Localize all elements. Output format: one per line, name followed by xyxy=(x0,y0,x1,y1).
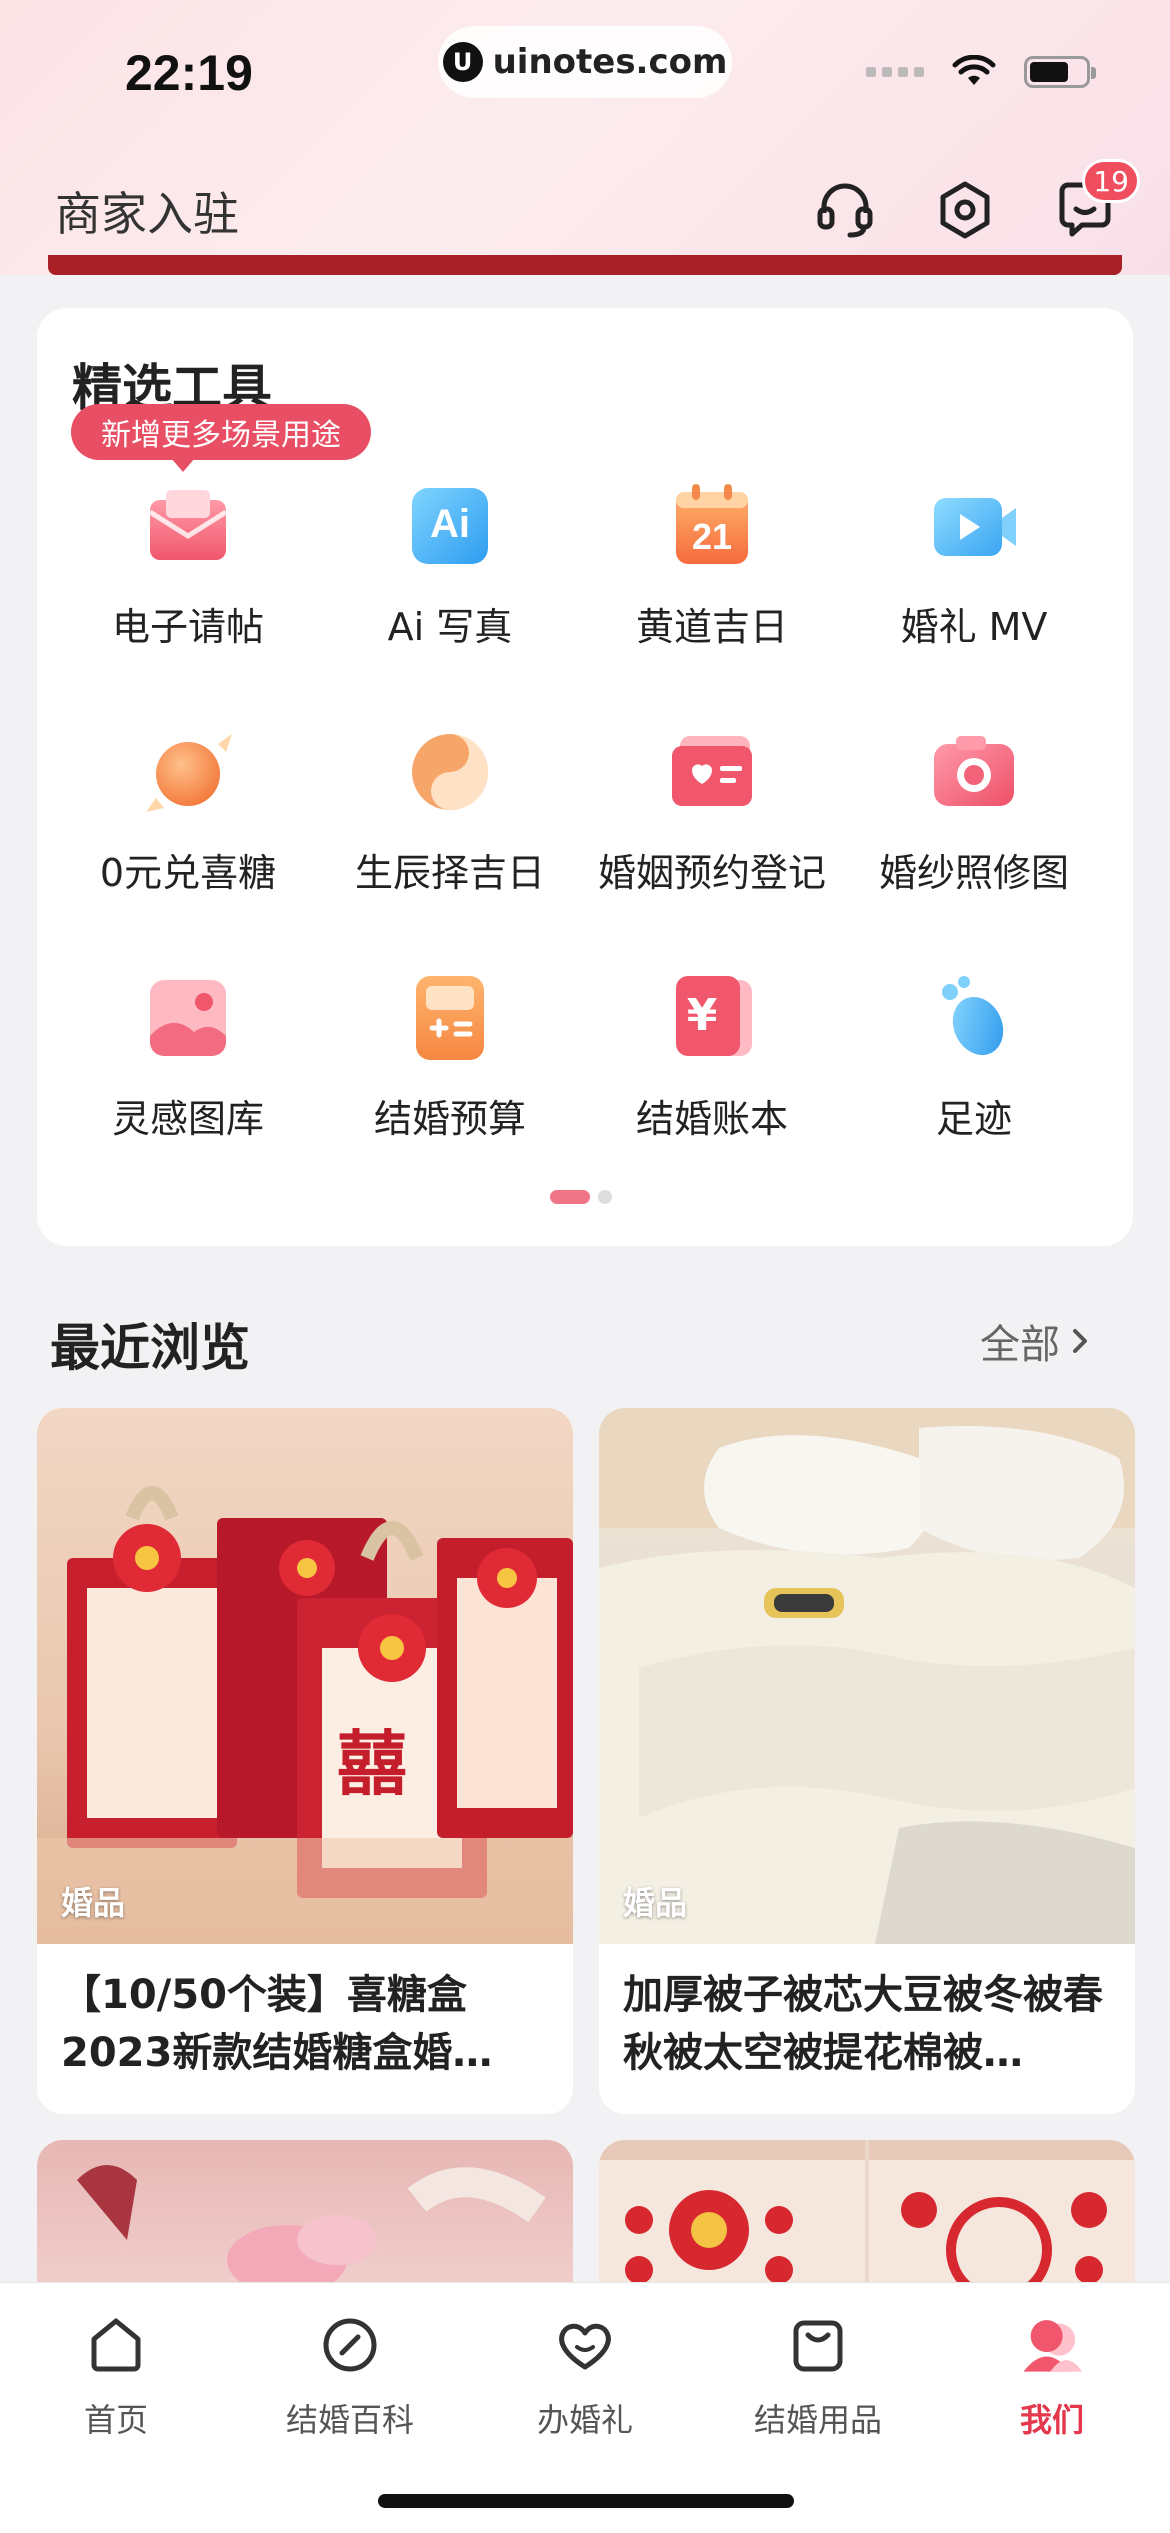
url-text: uinotes.com xyxy=(492,42,728,82)
merchant-entry-link[interactable]: 商家入驻 xyxy=(55,178,239,244)
tool-free-candy[interactable]: 0元兑喜糖 xyxy=(57,724,319,897)
heart-icon xyxy=(559,2323,611,2370)
nav-label: 办婚礼 xyxy=(536,2401,633,2439)
signal-icon xyxy=(866,67,924,77)
tool-marriage-registration[interactable]: 婚姻预约登记 xyxy=(581,724,843,897)
product-card[interactable]: 囍 婚品 【10/50个装】喜糖盒2023新款结婚糖盒婚… xyxy=(37,1408,573,2114)
tools-tip-bubble: 新增更多场景用途 xyxy=(71,404,371,472)
ledger-icon: ¥ xyxy=(664,970,760,1066)
home-icon xyxy=(91,2318,141,2372)
ai-icon-text: Ai xyxy=(430,502,470,546)
url-pill[interactable]: U uinotes.com xyxy=(438,26,732,98)
tool-label: 婚礼 MV xyxy=(900,605,1048,649)
tool-ai-portrait[interactable]: Ai Ai 写真 xyxy=(319,478,581,651)
envelope-icon xyxy=(140,478,236,574)
tools-pagination[interactable] xyxy=(550,1190,612,1204)
tool-label: 结婚账本 xyxy=(635,1097,788,1141)
camera-icon xyxy=(926,724,1022,820)
settings-icon[interactable] xyxy=(930,175,1000,245)
page-dot xyxy=(598,1190,612,1204)
site-logo-icon: U xyxy=(442,42,483,82)
customer-service-icon[interactable] xyxy=(810,175,880,245)
tool-e-invitation[interactable]: 电子请帖 xyxy=(57,478,319,651)
tool-footprint[interactable]: 足迹 xyxy=(843,970,1105,1143)
tool-label: 婚姻预约登记 xyxy=(597,851,826,895)
ledger-icon-text: ¥ xyxy=(686,990,718,1041)
ai-icon: Ai xyxy=(402,478,498,574)
tools-card: 精选工具 新增更多场景用途 电子请帖 Ai Ai 写真 21 黄道吉日 婚礼 M… xyxy=(37,308,1133,1246)
calendar-icon-text: 21 xyxy=(691,516,733,557)
product-image: 婚品 xyxy=(599,1408,1135,1944)
product-image: 囍 婚品 xyxy=(37,1408,573,1944)
banner-edge xyxy=(48,255,1122,275)
recent-all-link[interactable]: 全部 xyxy=(980,1312,1090,1370)
certificate-icon xyxy=(664,724,760,820)
nav-item-encyclopedia[interactable]: 结婚百科 xyxy=(250,2313,450,2441)
nav-item-supplies[interactable]: 结婚用品 xyxy=(718,2313,918,2441)
tool-label: 生辰择吉日 xyxy=(354,851,545,895)
recent-all-label: 全部 xyxy=(980,1322,1060,1368)
nav-item-wedding[interactable]: 办婚礼 xyxy=(485,2313,685,2441)
tool-label: 灵感图库 xyxy=(111,1097,264,1141)
encyclopedia-icon xyxy=(323,2318,377,2372)
nav-label-active: 我们 xyxy=(1019,2401,1084,2439)
chevron-right-icon xyxy=(1073,1329,1087,1353)
product-name: 【10/50个装】喜糖盒2023新款结婚糖盒婚… xyxy=(61,1972,493,2076)
product-image-text: 囍 xyxy=(337,1723,407,1805)
page-dot-active xyxy=(550,1190,590,1204)
battery-icon xyxy=(1024,56,1096,88)
nav-item-profile[interactable]: 我们 xyxy=(952,2313,1152,2441)
candy-icon xyxy=(140,724,236,820)
message-icon[interactable]: 19 xyxy=(1050,159,1140,245)
wifi-icon xyxy=(952,55,996,85)
tool-label: 黄道吉日 xyxy=(635,605,788,649)
tool-wedding-budget[interactable]: 结婚预算 xyxy=(319,970,581,1143)
calculator-icon xyxy=(402,970,498,1066)
tool-photo-retouch[interactable]: 婚纱照修图 xyxy=(843,724,1105,897)
nav-label: 首页 xyxy=(83,2401,148,2439)
tool-wedding-ledger[interactable]: ¥ 结婚账本 xyxy=(581,970,843,1143)
product-card-partial[interactable] xyxy=(599,2140,1135,2300)
tool-label: 婚纱照修图 xyxy=(878,851,1069,895)
tool-label: 结婚预算 xyxy=(373,1097,526,1141)
home-indicator xyxy=(378,2494,794,2508)
tool-wedding-mv[interactable]: 婚礼 MV xyxy=(843,478,1105,651)
yin-yang-icon xyxy=(402,724,498,820)
nav-item-home[interactable]: 首页 xyxy=(16,2313,216,2441)
product-card[interactable]: 婚品 加厚被子被芯大豆被冬被春秋被太空被提花棉被… xyxy=(599,1408,1135,2114)
tool-birthday-date[interactable]: 生辰择吉日 xyxy=(319,724,581,897)
status-icons xyxy=(866,55,1096,89)
message-badge: 19 xyxy=(1082,159,1140,203)
tool-label: 0元兑喜糖 xyxy=(99,851,277,895)
profile-icon xyxy=(1023,2320,1083,2372)
tool-label: 足迹 xyxy=(935,1097,1012,1141)
product-card-partial[interactable] xyxy=(37,2140,573,2300)
recent-title: 最近浏览 xyxy=(50,1319,250,1377)
video-icon xyxy=(926,478,1022,574)
footprint-icon xyxy=(926,970,1022,1066)
product-tag: 婚品 xyxy=(623,1884,688,1922)
tool-label: 电子请帖 xyxy=(111,605,264,649)
tool-auspicious-day[interactable]: 21 黄道吉日 xyxy=(581,478,843,651)
nav-label: 结婚用品 xyxy=(753,2401,882,2439)
product-tag: 婚品 xyxy=(61,1884,126,1922)
tool-inspiration-gallery[interactable]: 灵感图库 xyxy=(57,970,319,1143)
tool-label: Ai 写真 xyxy=(387,605,513,649)
nav-label: 结婚百科 xyxy=(285,2401,414,2439)
bag-icon xyxy=(793,2320,843,2372)
calendar-icon: 21 xyxy=(664,478,760,574)
gallery-icon xyxy=(140,970,236,1066)
product-name: 加厚被子被芯大豆被冬被春秋被太空被提花棉被… xyxy=(623,1972,1103,2076)
status-time: 22:19 xyxy=(125,45,253,101)
